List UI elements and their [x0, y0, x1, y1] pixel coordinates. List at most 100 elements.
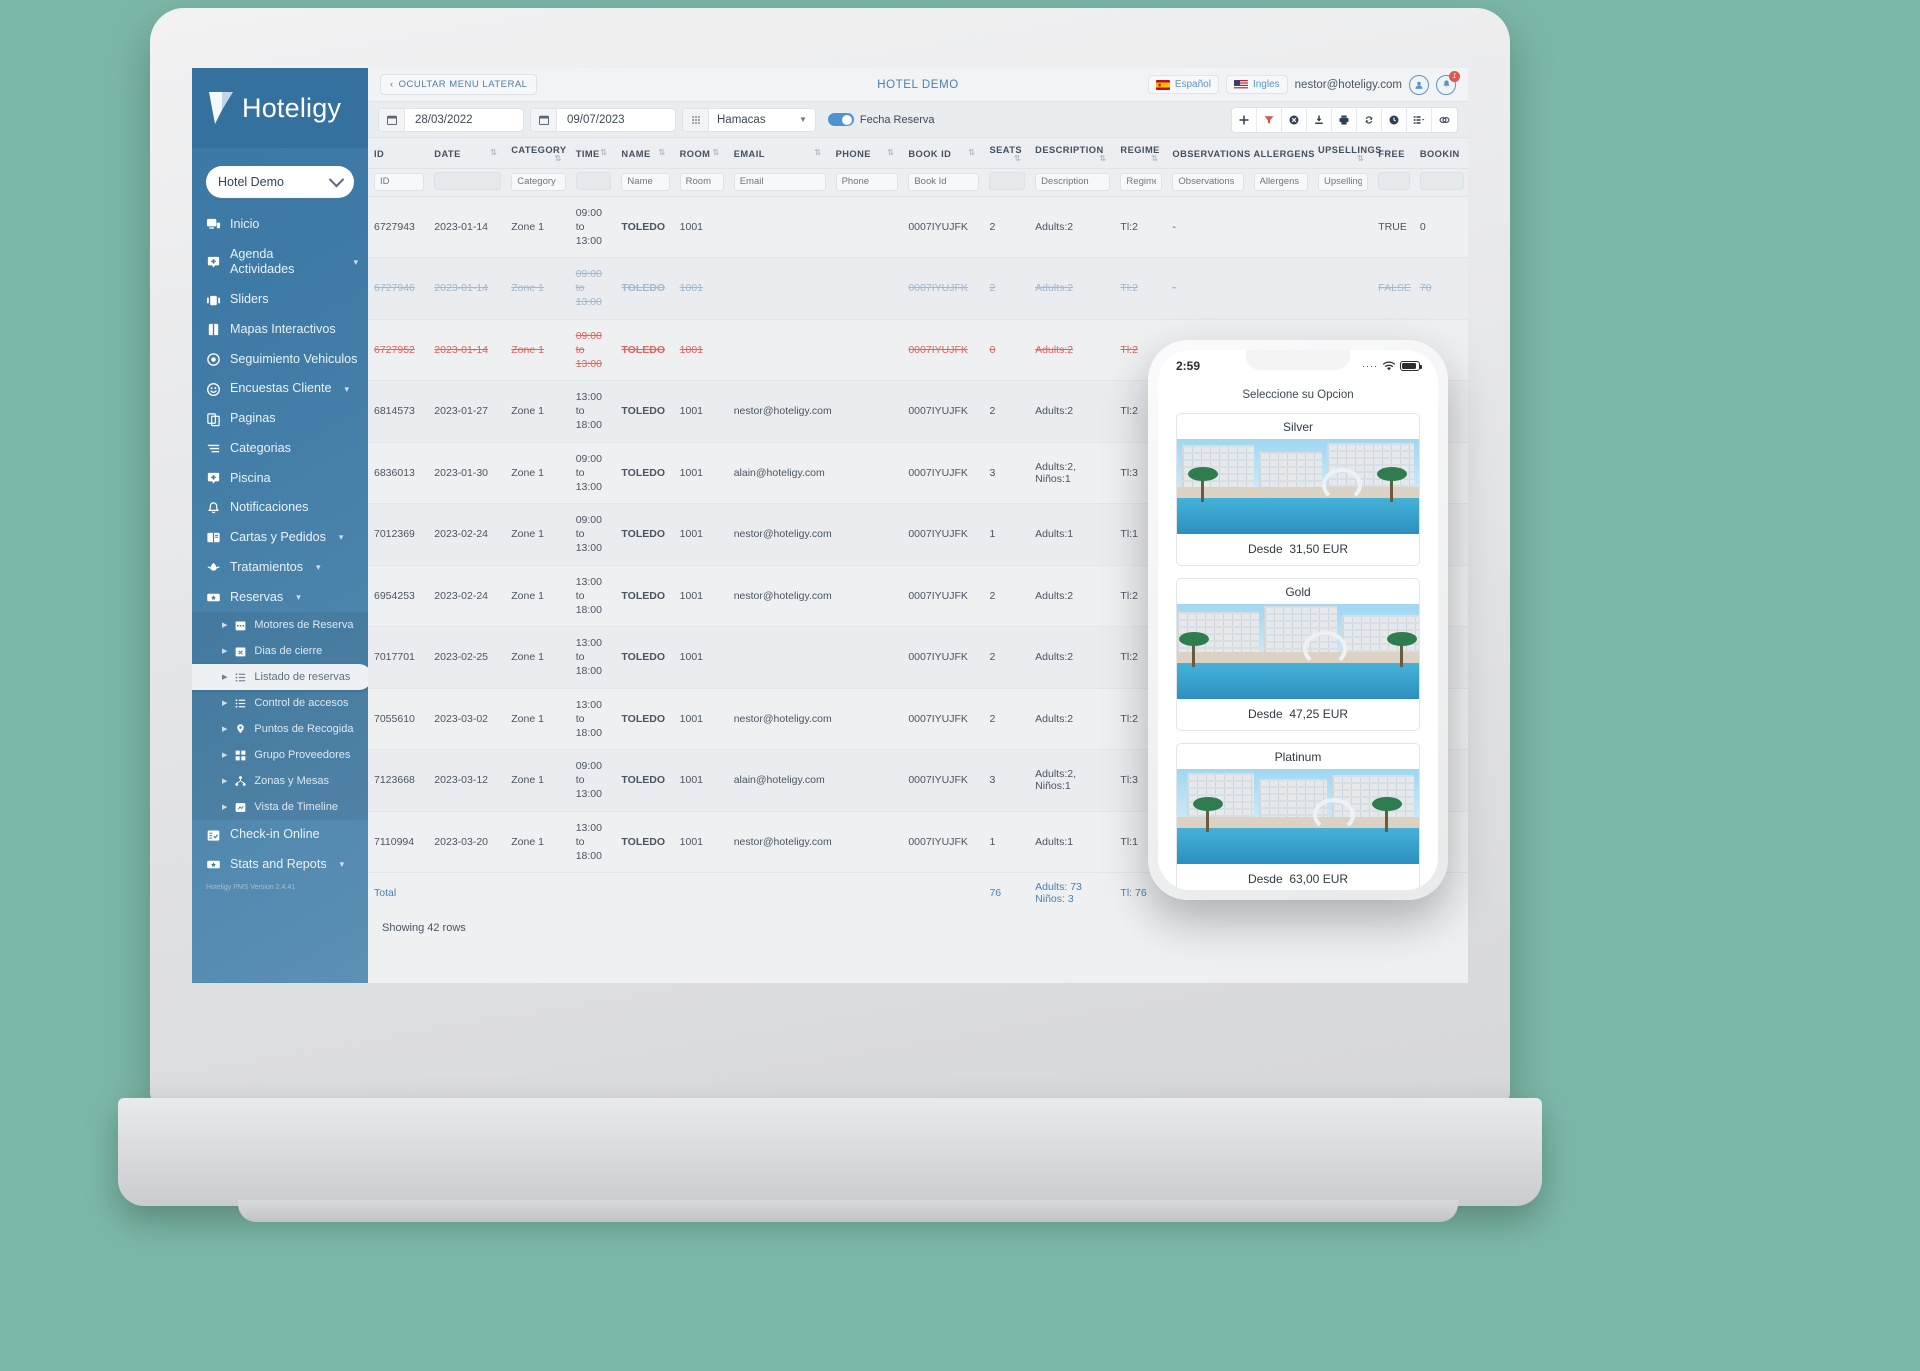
sidebar-item-seguimiento-vehiculos[interactable]: Seguimiento Vehiculos: [192, 345, 368, 375]
col-book-id[interactable]: BOOK ID ⇅: [902, 138, 984, 169]
history-button[interactable]: [1382, 107, 1407, 132]
col-seats[interactable]: SEATS ⇅: [983, 138, 1030, 169]
filter-input-observations[interactable]: [1172, 172, 1244, 191]
sidebar-item-puntos-de-recogida[interactable]: ▶ Puntos de Recogida: [192, 716, 368, 742]
category-select[interactable]: Hamacas ▼: [682, 107, 816, 132]
filter-cell-booking[interactable]: [1413, 168, 1468, 197]
filter-input-book-id[interactable]: [908, 172, 980, 191]
col-id[interactable]: ID: [368, 138, 429, 169]
filter-input-description[interactable]: [1035, 172, 1111, 191]
refresh-button[interactable]: [1357, 107, 1382, 132]
add-button[interactable]: [1232, 107, 1257, 132]
lang-button-en[interactable]: Ingles: [1225, 75, 1288, 94]
sidebar-item-agenda-actividades[interactable]: Agenda Actividades ▾: [192, 240, 368, 285]
user-circle-icon[interactable]: [1409, 74, 1429, 95]
col-email[interactable]: EMAIL ⇅: [727, 138, 830, 169]
sidebar-item-notificaciones[interactable]: Notificaciones: [192, 493, 368, 523]
filter-cell-seats[interactable]: [983, 168, 1030, 197]
filter-input-free[interactable]: [1378, 171, 1410, 190]
sidebar-item-zonas-y-mesas[interactable]: ▶ Zonas y Mesas: [192, 768, 368, 794]
hide-sidebar-button[interactable]: ‹ OCULTAR MENU LATERAL: [380, 74, 538, 95]
filter-cell-name[interactable]: [615, 168, 674, 197]
option-card-platinum[interactable]: Platinum Desde 63,00 EUR: [1176, 743, 1420, 890]
filter-cell-observations[interactable]: [1166, 168, 1248, 197]
col-free[interactable]: FREE: [1372, 138, 1414, 169]
sort-icon[interactable]: ⇅: [555, 155, 562, 163]
sort-icon[interactable]: ⇅: [490, 149, 497, 157]
date-to-picker[interactable]: 09/07/2023: [530, 107, 676, 132]
hotel-selector[interactable]: Hotel Demo: [206, 166, 354, 198]
filter-input-category[interactable]: [511, 172, 566, 191]
sidebar-item-listado-de-reservas[interactable]: ▶ Listado de reservas: [192, 664, 368, 691]
col-observations[interactable]: OBSERVATIONS: [1166, 138, 1250, 169]
sidebar-item-control-de-accesos[interactable]: ▶ Control de accesos: [192, 690, 368, 716]
col-booking[interactable]: BOOKIN: [1413, 138, 1468, 169]
filter-input-seats[interactable]: [989, 171, 1026, 190]
col-category[interactable]: CATEGORY ⇅: [505, 138, 570, 169]
sidebar-item-grupo-proveedores[interactable]: ▶ Grupo Proveedores: [192, 742, 368, 768]
filter-cell-time[interactable]: [569, 168, 616, 197]
filter-input-id[interactable]: [374, 172, 425, 191]
filter-cell-date[interactable]: [428, 168, 506, 197]
sort-icon[interactable]: ⇅: [968, 149, 975, 157]
filter-cell-category[interactable]: [505, 168, 570, 197]
sidebar-item-piscina[interactable]: Piscina: [192, 464, 368, 494]
filter-cell-room[interactable]: [673, 168, 728, 197]
filter-input-date[interactable]: [434, 171, 502, 190]
sidebar-item-check-in-online[interactable]: Check-in Online: [192, 820, 368, 850]
filter-cell-id[interactable]: [368, 168, 429, 197]
clear-filter-button[interactable]: [1282, 107, 1307, 132]
sidebar-item-vista-de-timeline[interactable]: ▶ Vista de Timeline: [192, 794, 368, 820]
filter-cell-free[interactable]: [1372, 168, 1414, 197]
col-phone[interactable]: PHONE ⇅: [829, 138, 903, 169]
filter-cell-email[interactable]: [727, 168, 830, 197]
sidebar-item-mapas-interactivos[interactable]: Mapas Interactivos: [192, 315, 368, 345]
sidebar-item-paginas[interactable]: Paginas: [192, 404, 368, 434]
sidebar-item-cartas-y-pedidos[interactable]: Cartas y Pedidos ▾: [192, 523, 368, 553]
sidebar-item-encuestas-cliente[interactable]: Encuestas Cliente ▾: [192, 374, 368, 404]
sort-icon[interactable]: ⇅: [1357, 155, 1364, 163]
date-from-picker[interactable]: 28/03/2022: [378, 107, 524, 132]
link-button[interactable]: [1432, 108, 1457, 132]
sort-icon[interactable]: ⇅: [887, 149, 894, 157]
sort-icon[interactable]: ⇅: [1151, 155, 1158, 163]
sidebar-item-categorias[interactable]: Categorias: [192, 434, 368, 464]
table-row[interactable]: 6727943 2023-01-14 Zone 1 09:00 to 13:00 TOL…: [368, 196, 1468, 259]
col-name[interactable]: NAME ⇅: [615, 138, 674, 169]
col-description[interactable]: DESCRIPTION ⇅: [1029, 138, 1115, 169]
sidebar-item-tratamientos[interactable]: Tratamientos ▾: [192, 553, 368, 583]
sidebar-item-inicio[interactable]: Inicio: [192, 210, 368, 240]
columns-button[interactable]: [1407, 107, 1432, 132]
sort-icon[interactable]: ⇅: [1099, 155, 1106, 163]
filter-input-upsellings[interactable]: [1317, 172, 1369, 191]
fecha-reserva-toggle[interactable]: Fecha Reserva: [827, 113, 935, 126]
sort-icon[interactable]: ⇅: [1014, 155, 1021, 163]
filter-input-regime[interactable]: [1120, 172, 1163, 191]
option-card-gold[interactable]: Gold Desde 47,25 EUR: [1176, 578, 1420, 731]
sort-icon[interactable]: ⇅: [658, 149, 665, 157]
filter-cell-allergens[interactable]: [1247, 168, 1312, 197]
sidebar-item-dias-de-cierre[interactable]: ▶ Dias de cierre: [192, 638, 368, 664]
sidebar-item-sliders[interactable]: Sliders: [192, 285, 368, 315]
sidebar-item-stats-and-repots[interactable]: Stats and Repots ▾: [192, 850, 368, 880]
col-allergens[interactable]: ALLERGENS: [1247, 138, 1314, 169]
print-button[interactable]: [1332, 107, 1357, 132]
filter-input-email[interactable]: [733, 172, 826, 191]
toggle-switch[interactable]: [827, 113, 854, 126]
filter-button[interactable]: [1257, 107, 1282, 132]
col-upsellings[interactable]: UPSELLINGS ⇅: [1311, 138, 1381, 169]
sidebar-item-reservas[interactable]: Reservas ▾: [192, 583, 368, 613]
sort-icon[interactable]: ⇅: [713, 149, 720, 157]
filter-input-name[interactable]: [621, 172, 670, 191]
filter-cell-description[interactable]: [1029, 168, 1115, 197]
sort-icon[interactable]: ⇅: [600, 149, 607, 157]
col-room[interactable]: ROOM ⇅: [673, 138, 728, 169]
sidebar-item-motores-de-reserva[interactable]: ▶ Motores de Reserva: [192, 612, 368, 638]
option-card-silver[interactable]: Silver Desde 31,50 EUR: [1176, 413, 1420, 566]
sort-icon[interactable]: ⇅: [814, 149, 821, 157]
filter-cell-regime[interactable]: [1114, 168, 1167, 197]
filter-input-room[interactable]: [679, 172, 724, 191]
brand-logo[interactable]: Hoteligy: [192, 68, 368, 148]
notifications-bell-icon[interactable]: 1: [1436, 70, 1460, 95]
table-row[interactable]: 6727946 2023-01-14 Zone 1 09:00 to 13:00 TOL…: [368, 257, 1468, 320]
